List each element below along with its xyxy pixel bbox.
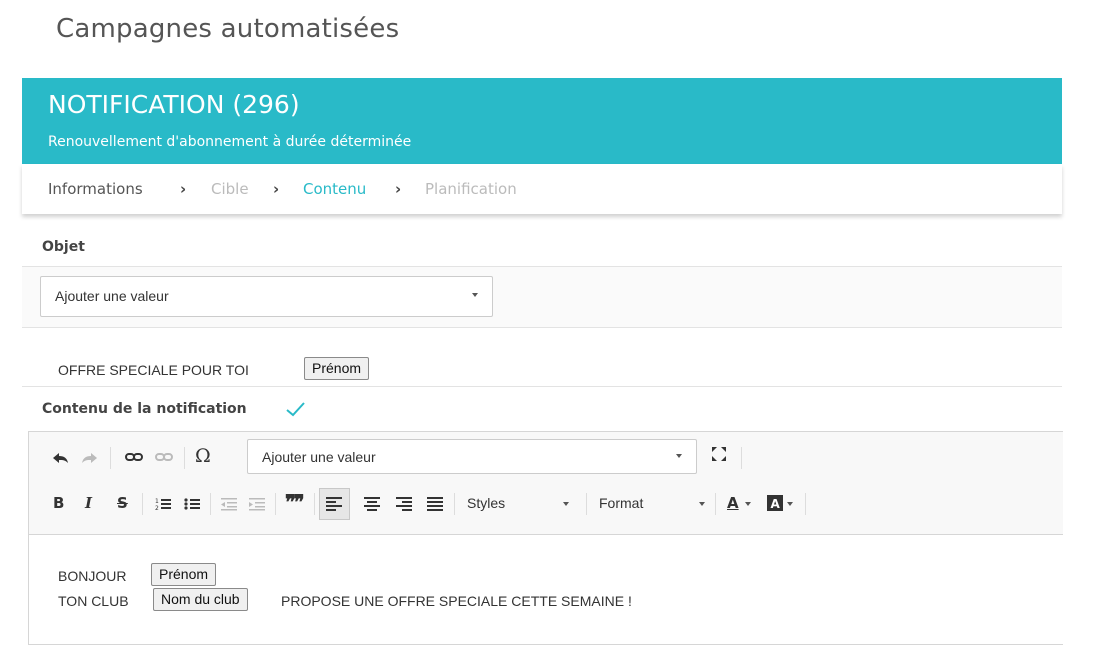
body-line2-rest: PROPOSE UNE OFFRE SPECIALE CETTE SEMAINE… xyxy=(281,593,632,609)
toolbar-separator xyxy=(715,493,716,515)
special-char-icon[interactable]: Ω xyxy=(195,445,211,467)
campaign-panel: NOTIFICATION (296) Renouvellement d'abon… xyxy=(22,78,1063,645)
body-club-chip[interactable]: Nom du club xyxy=(153,588,248,611)
step-contenu[interactable]: Contenu xyxy=(303,180,366,198)
background-color-button[interactable]: A xyxy=(763,492,799,516)
toolbar-separator xyxy=(805,493,806,515)
redo-icon[interactable] xyxy=(81,451,99,465)
unlink-icon[interactable] xyxy=(155,451,173,465)
background-color-icon: A xyxy=(767,495,783,511)
divider xyxy=(22,386,1062,387)
toolbar-separator xyxy=(454,493,455,515)
text-color-button[interactable]: A xyxy=(723,492,759,516)
svg-text:2: 2 xyxy=(155,505,159,511)
insert-select-value: Ajouter une valeur xyxy=(262,449,376,465)
caret-down-icon xyxy=(699,502,705,506)
chevron-right-icon: › xyxy=(273,180,280,198)
svg-text:1: 1 xyxy=(155,498,159,505)
italic-button[interactable]: I xyxy=(85,494,92,512)
styles-label: Styles xyxy=(467,495,506,511)
body-line2-text: TON CLUB xyxy=(58,593,129,609)
banner-title: NOTIFICATION (296) xyxy=(48,90,300,119)
blockquote-icon[interactable]: ❞❞ xyxy=(285,490,304,514)
editor-toolbar: Ω Ajouter une valeur B I S 1 2 ❞❞ Styles… xyxy=(29,432,1063,535)
step-cible[interactable]: Cible xyxy=(211,180,249,198)
align-right-icon[interactable] xyxy=(396,497,412,511)
objet-label: Objet xyxy=(42,239,85,255)
align-justify-icon[interactable] xyxy=(427,497,443,511)
objet-prenom-chip[interactable]: Prénom xyxy=(304,357,370,380)
caret-down-icon xyxy=(787,502,793,506)
strikethrough-button[interactable]: S xyxy=(117,494,128,512)
bullet-list-icon[interactable] xyxy=(184,497,200,511)
steps-breadcrumb: Informations › Cible › Contenu › Planifi… xyxy=(22,164,1062,214)
chevron-right-icon: › xyxy=(180,180,187,198)
page-title: Campagnes automatisées xyxy=(56,14,400,44)
outdent-icon[interactable] xyxy=(221,497,237,511)
caret-down-icon xyxy=(676,454,682,458)
objet-select-value: Ajouter une valeur xyxy=(55,288,169,304)
caret-down-icon xyxy=(745,502,751,506)
bold-button[interactable]: B xyxy=(53,494,64,512)
toolbar-separator xyxy=(741,447,742,469)
numbered-list-icon[interactable]: 1 2 xyxy=(155,497,171,511)
toolbar-separator xyxy=(586,493,587,515)
contenu-label: Contenu de la notification xyxy=(42,401,247,417)
notification-editor: Ω Ajouter une valeur B I S 1 2 ❞❞ Styles… xyxy=(28,431,1063,645)
banner-subtitle: Renouvellement d'abonnement à durée déte… xyxy=(48,134,412,150)
toolbar-separator xyxy=(142,493,143,515)
align-left-icon xyxy=(326,497,342,511)
text-color-icon: A xyxy=(727,494,739,512)
format-dropdown[interactable]: Format xyxy=(591,492,713,516)
indent-icon[interactable] xyxy=(249,497,265,511)
align-left-button[interactable] xyxy=(319,488,350,520)
toolbar-separator xyxy=(275,493,276,515)
objet-select-area: Ajouter une valeur xyxy=(22,266,1062,328)
styles-dropdown[interactable]: Styles xyxy=(459,492,581,516)
svg-text:A: A xyxy=(771,497,781,511)
objet-preview-text: OFFRE SPECIALE POUR TOI xyxy=(58,362,249,378)
caret-down-icon xyxy=(563,502,569,506)
toolbar-separator xyxy=(314,493,315,515)
link-icon[interactable] xyxy=(125,451,143,463)
format-label: Format xyxy=(599,495,644,511)
align-center-icon[interactable] xyxy=(364,497,380,511)
campaign-banner: NOTIFICATION (296) Renouvellement d'abon… xyxy=(22,78,1062,164)
check-icon xyxy=(286,402,305,417)
body-line1-text: BONJOUR xyxy=(58,568,127,584)
chevron-right-icon: › xyxy=(395,180,402,198)
body-prenom-chip[interactable]: Prénom xyxy=(151,563,217,586)
toolbar-separator xyxy=(210,493,211,515)
caret-down-icon xyxy=(472,293,478,297)
step-planification[interactable]: Planification xyxy=(425,180,517,198)
step-informations[interactable]: Informations xyxy=(48,180,143,198)
toolbar-separator xyxy=(184,447,185,469)
maximize-icon[interactable] xyxy=(711,446,727,462)
objet-value-select[interactable]: Ajouter une valeur xyxy=(40,276,493,317)
insert-value-select[interactable]: Ajouter une valeur xyxy=(247,439,697,474)
undo-icon[interactable] xyxy=(51,451,69,465)
toolbar-separator xyxy=(110,447,111,469)
